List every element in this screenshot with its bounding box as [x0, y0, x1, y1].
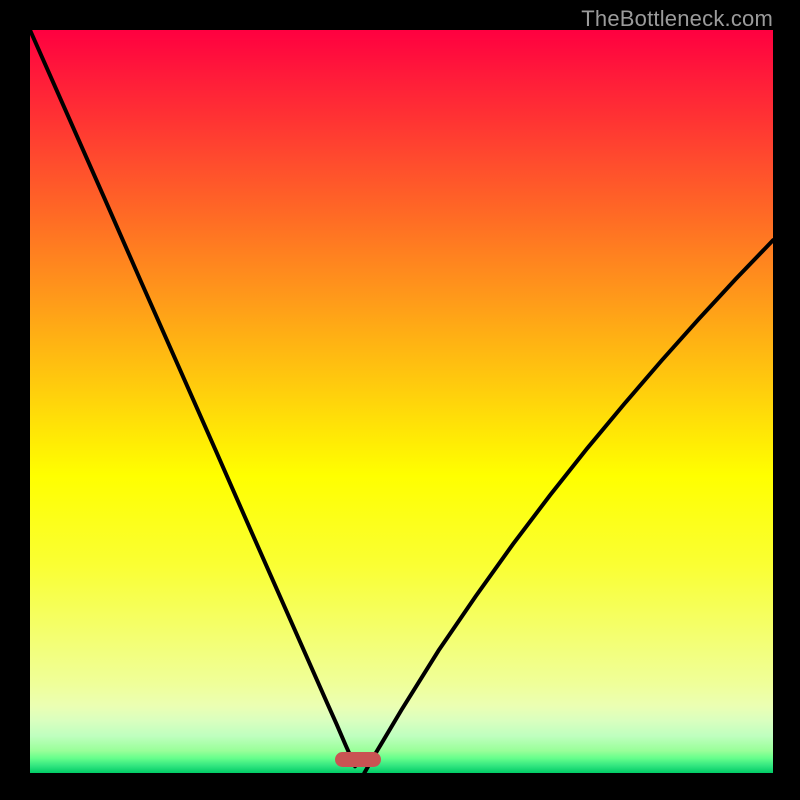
stage: TheBottleneck.com: [0, 0, 800, 800]
watermark-text: TheBottleneck.com: [581, 6, 773, 32]
min-marker: [335, 752, 381, 767]
plot-area: [30, 30, 773, 773]
